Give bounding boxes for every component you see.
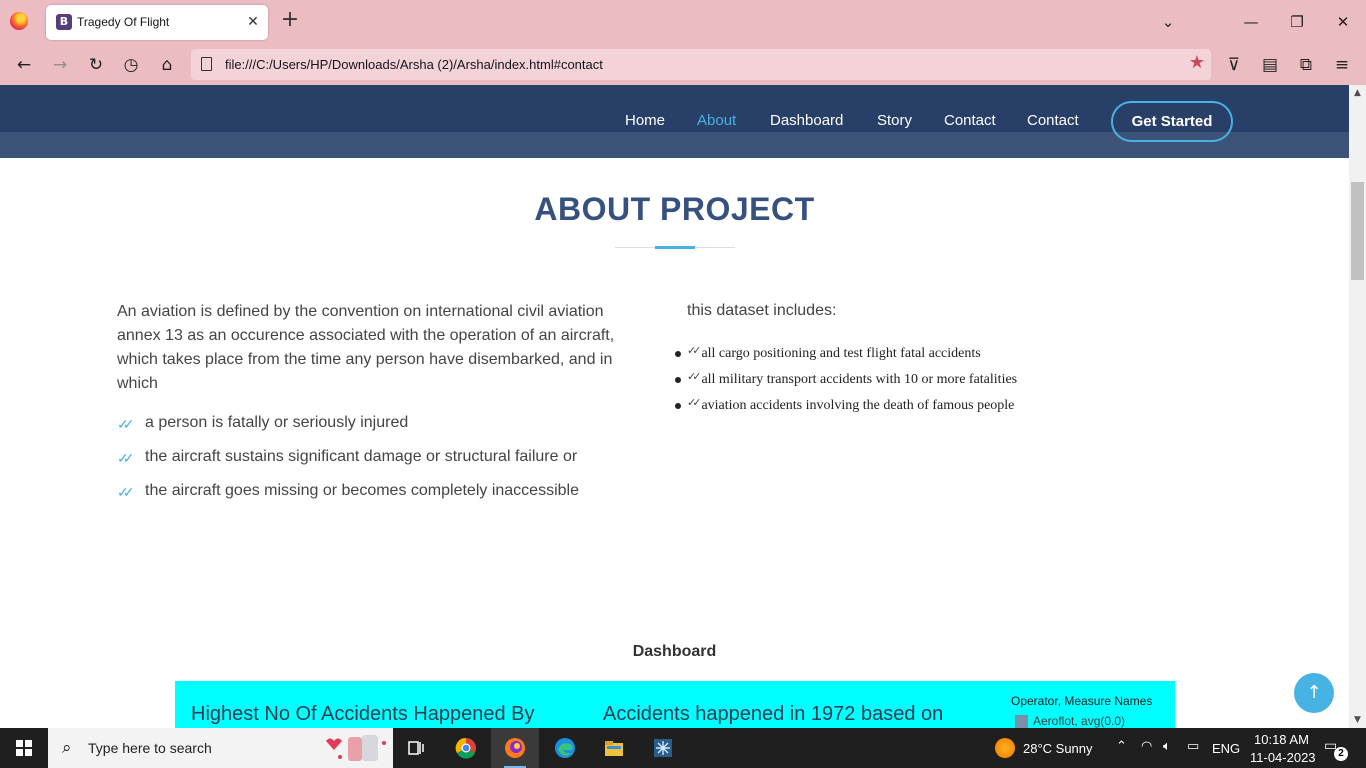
address-bar[interactable]: file:///C:/Users/HP/Downloads/Arsha (2)/… [191, 49, 1211, 80]
double-check-icon: ✓✓ [687, 345, 702, 357]
taskbar-file-explorer[interactable] [590, 728, 638, 768]
taskbar-firefox[interactable] [491, 728, 539, 768]
double-check-icon: ✓✓ [687, 371, 702, 383]
close-window-button[interactable]: ✕ [1332, 11, 1354, 33]
task-view-icon [408, 741, 424, 755]
back-to-top-arrow-icon[interactable]: ↑ [1294, 673, 1334, 713]
page-icon [201, 57, 212, 71]
back-arrow-icon[interactable]: ← [11, 52, 37, 78]
restore-window-button[interactable]: ❐ [1286, 11, 1308, 33]
weather-text[interactable]: 28°C Sunny [1023, 741, 1093, 756]
nav-contact[interactable]: Contact [944, 112, 996, 129]
taskbar-snipping-tool[interactable] [639, 728, 687, 768]
list-tabs-chevron-icon[interactable]: ⌄ [1157, 11, 1179, 33]
dataset-list-item: ✓✓ all cargo positioning and test flight … [675, 345, 981, 362]
nav-about[interactable]: About [697, 112, 736, 129]
clock-date[interactable]: 11-04-2023 [1250, 750, 1316, 765]
language-indicator[interactable]: ENG [1212, 741, 1240, 756]
taskbar-edge[interactable] [541, 728, 589, 768]
double-check-icon: ✓✓ [117, 484, 135, 500]
dataset-intro-text: this dataset includes: [687, 302, 837, 319]
battery-icon[interactable]: ▭ [1187, 739, 1199, 754]
speaker-icon[interactable]: 🔈︎ [1163, 739, 1171, 754]
chrome-icon [455, 737, 476, 759]
page-scrollbar[interactable]: ▲ ▼ [1349, 85, 1366, 728]
edge-icon [555, 738, 575, 758]
bookmark-star-icon[interactable]: ★ [1189, 52, 1205, 73]
forward-arrow-icon[interactable]: → [47, 52, 73, 78]
double-check-icon: ✓✓ [117, 416, 135, 432]
task-view-button[interactable] [392, 728, 440, 768]
chart-title: Highest No Of Accidents Happened By [191, 703, 535, 725]
windows-taskbar: ⌕ Type here to search 28°C Sunny ⌃ ◠ 🔈︎ … [0, 728, 1366, 768]
about-intro-text: An aviation is defined by the convention… [117, 303, 615, 392]
browser-tab[interactable]: B Tragedy Of Flight ✕ [46, 5, 268, 40]
taskbar-chrome[interactable] [442, 728, 490, 768]
search-highlight-illustration [326, 735, 386, 761]
search-icon: ⌕ [62, 738, 72, 758]
search-placeholder: Type here to search [88, 740, 212, 756]
folder-icon [605, 741, 623, 756]
pocket-icon[interactable]: ⊽ [1221, 52, 1247, 78]
nav-home[interactable]: Home [625, 112, 665, 129]
windows-start-icon[interactable] [16, 740, 32, 756]
nav-contact-2[interactable]: Contact [1027, 112, 1079, 129]
reader-view-icon[interactable]: ▤ [1257, 52, 1283, 78]
dashboard-embed[interactable]: Highest No Of Accidents Happened By Acci… [175, 681, 1175, 728]
history-clock-icon[interactable]: ◷ [118, 52, 144, 78]
firefox-menu-icon[interactable] [10, 12, 28, 30]
hamburger-menu-icon[interactable]: ≡ [1329, 52, 1355, 78]
site-header: Home About Dashboard Story Contact Conta… [0, 85, 1349, 158]
scrollbar-thumb[interactable] [1351, 182, 1364, 280]
new-tab-button[interactable]: + [278, 9, 302, 33]
tab-favicon-icon: B [56, 14, 72, 30]
browser-tab-bar: B Tragedy Of Flight ✕ + ⌄ — ❐ ✕ [0, 0, 1366, 44]
legend-item[interactable]: Aeroflot, avg(0.0) [1033, 714, 1125, 728]
home-icon[interactable]: ⌂ [154, 52, 180, 78]
chart-title: Accidents happened in 1972 based on [603, 703, 944, 725]
close-tab-icon[interactable]: ✕ [244, 11, 262, 33]
dataset-list-item: ✓✓ aviation accidents involving the death… [675, 397, 1014, 414]
wifi-icon[interactable]: ◠ [1141, 739, 1152, 754]
dashboard-heading: Dashboard [632, 643, 717, 660]
browser-nav-bar: ← → ↻ ◷ ⌂ file:///C:/Users/HP/Downloads/… [0, 44, 1366, 85]
url-text[interactable]: file:///C:/Users/HP/Downloads/Arsha (2)/… [225, 57, 603, 72]
snowflake-app-icon [654, 739, 672, 757]
nav-story[interactable]: Story [877, 112, 912, 129]
extensions-icon[interactable]: ⧉ [1293, 52, 1319, 78]
clock-time[interactable]: 10:18 AM [1254, 732, 1309, 747]
title-accent-bar [655, 246, 695, 249]
weather-sun-icon[interactable] [995, 738, 1015, 758]
taskbar-search-box[interactable]: ⌕ Type here to search [48, 728, 393, 768]
legend-title: Operator, Measure Names [1011, 694, 1153, 708]
dataset-list-item: ✓✓ all military transport accidents with … [675, 371, 1017, 388]
show-hidden-icons-chevron-icon[interactable]: ⌃ [1116, 739, 1127, 754]
nav-dashboard[interactable]: Dashboard [770, 112, 843, 129]
reload-icon[interactable]: ↻ [83, 52, 109, 78]
double-check-icon: ✓✓ [687, 397, 702, 409]
get-started-button[interactable]: Get Started [1111, 101, 1233, 142]
double-check-icon: ✓✓ [117, 450, 135, 466]
firefox-icon [505, 738, 525, 758]
legend-swatch [1015, 715, 1028, 728]
minimize-window-button[interactable]: — [1240, 11, 1262, 33]
scroll-up-arrow-icon[interactable]: ▲ [1349, 85, 1366, 101]
scroll-down-arrow-icon[interactable]: ▼ [1349, 712, 1366, 728]
section-title: ABOUT PROJECT [534, 191, 815, 227]
tab-title: Tragedy Of Flight [77, 15, 170, 29]
notification-badge: 2 [1334, 747, 1348, 761]
